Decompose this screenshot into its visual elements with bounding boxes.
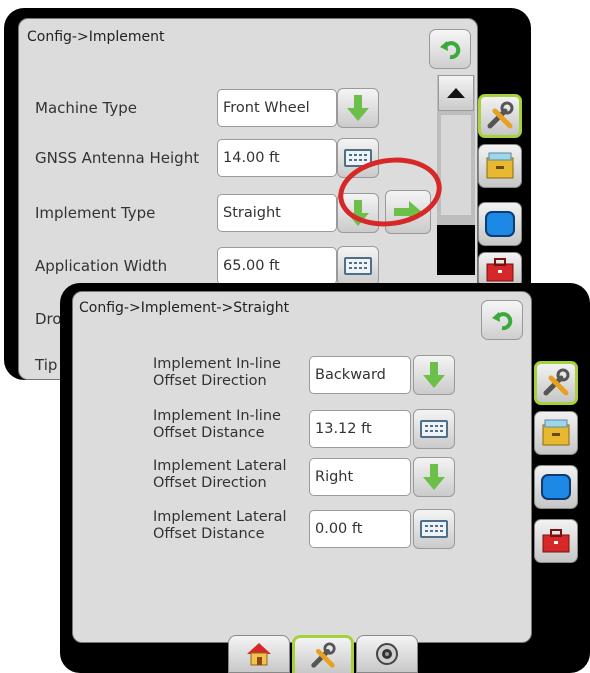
display-icon — [541, 474, 571, 500]
camera-icon — [376, 643, 398, 665]
green-down-arrow-icon — [423, 464, 445, 490]
inline-offset-direction-label: Implement In-line Offset Direction — [153, 356, 281, 390]
side-display-button[interactable] — [534, 465, 578, 509]
back-arrow-icon — [492, 312, 513, 331]
inline-offset-distance-label-line2: Offset Distance — [153, 425, 265, 441]
gnss-antenna-height-label: GNSS Antenna Height — [35, 149, 200, 167]
lateral-offset-distance-value[interactable]: 0.00 ft — [309, 510, 411, 548]
side-toolbox-button[interactable] — [534, 519, 578, 563]
lateral-offset-direction-value[interactable]: Right — [309, 458, 411, 496]
inline-offset-direction-label-line1: Implement In-line — [153, 356, 281, 372]
back-panel-title: Config->Implement — [27, 29, 165, 45]
scroll-up-icon — [447, 88, 465, 98]
data-box-icon — [542, 419, 570, 446]
keyboard-icon — [420, 520, 448, 538]
inline-offset-direction-dropdown-button[interactable] — [413, 355, 455, 395]
machine-type-dropdown-button[interactable] — [337, 88, 379, 128]
inline-offset-direction-value[interactable]: Backward — [309, 356, 411, 394]
scrollbar-track[interactable] — [437, 75, 475, 275]
data-box-icon — [486, 152, 514, 179]
inline-offset-distance-keypad-button[interactable] — [413, 409, 455, 449]
lateral-offset-distance-label-line1: Implement Lateral — [153, 509, 287, 525]
implement-type-value[interactable]: Straight — [217, 194, 337, 232]
green-down-arrow-icon — [423, 362, 445, 388]
back-button[interactable] — [429, 29, 471, 69]
camera-tab[interactable] — [356, 635, 418, 673]
lateral-offset-direction-label: Implement Lateral Offset Direction — [153, 458, 287, 492]
home-tab[interactable] — [228, 635, 290, 673]
tools-tab[interactable] — [292, 635, 354, 673]
inline-offset-distance-value[interactable]: 13.12 ft — [309, 410, 411, 448]
toolbox-icon — [542, 529, 570, 553]
back-side-display-button[interactable] — [478, 202, 522, 246]
gnss-antenna-height-value[interactable]: 14.00 ft — [217, 139, 337, 177]
application-width-keypad-button[interactable] — [337, 246, 379, 286]
home-icon — [247, 643, 271, 666]
display-icon — [485, 211, 515, 237]
inline-offset-distance-label-line1: Implement In-line — [153, 408, 281, 424]
front-panel-title: Config->Implement->Straight — [79, 300, 290, 316]
application-width-value[interactable]: 65.00 ft — [217, 247, 337, 285]
tools-icon — [311, 641, 336, 668]
implement-type-label: Implement Type — [35, 204, 156, 222]
lateral-offset-distance-keypad-button[interactable] — [413, 509, 455, 549]
machine-type-label: Machine Type — [35, 99, 138, 117]
scroll-track-dark — [437, 225, 475, 275]
keyboard-icon — [420, 420, 448, 438]
tools-icon — [543, 368, 570, 396]
front-screen-bezel: Config->Implement->Straight Implement In… — [60, 283, 590, 673]
back-side-data-button[interactable] — [478, 144, 522, 188]
application-width-label: Application Width — [35, 257, 168, 275]
inline-offset-distance-label: Implement In-line Offset Distance — [153, 408, 281, 442]
side-tools-button[interactable] — [534, 361, 578, 405]
green-down-arrow-icon — [347, 95, 369, 121]
lateral-offset-direction-label-line2: Offset Direction — [153, 475, 267, 491]
lateral-offset-distance-label-line2: Offset Distance — [153, 526, 265, 542]
keyboard-icon — [344, 257, 372, 275]
lateral-offset-direction-dropdown-button[interactable] — [413, 457, 455, 497]
front-config-panel: Config->Implement->Straight Implement In… — [72, 291, 532, 643]
lateral-offset-distance-label: Implement Lateral Offset Distance — [153, 509, 287, 543]
tools-icon — [487, 101, 514, 129]
back-arrow-icon — [440, 41, 461, 60]
lateral-offset-direction-label-line1: Implement Lateral — [153, 458, 287, 474]
inline-offset-direction-label-line2: Offset Direction — [153, 373, 267, 389]
toolbox-icon — [486, 258, 514, 282]
scroll-thumb[interactable] — [441, 115, 471, 215]
side-data-button[interactable] — [534, 411, 578, 455]
back-side-tools-button[interactable] — [478, 94, 522, 138]
front-back-button[interactable] — [481, 300, 523, 340]
machine-type-value[interactable]: Front Wheel — [217, 89, 337, 127]
scroll-up-button[interactable] — [438, 75, 474, 111]
